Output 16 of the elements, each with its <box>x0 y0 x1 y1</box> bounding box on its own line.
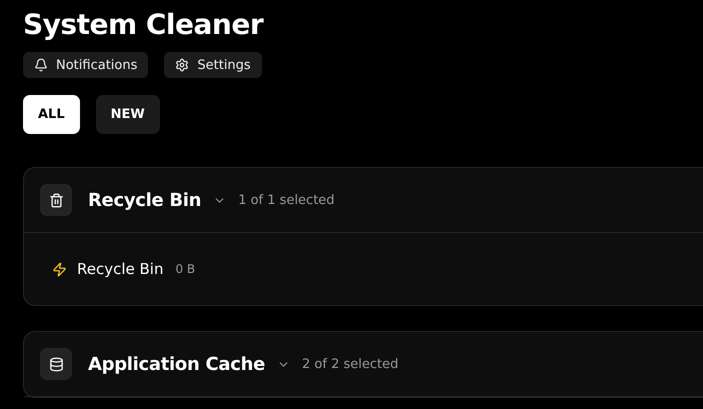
selection-count: 1 of 1 selected <box>238 192 335 208</box>
bell-icon <box>34 58 48 72</box>
category-name: Recycle Bin <box>88 190 202 210</box>
app-title: System Cleaner <box>23 7 265 43</box>
settings-icon <box>175 58 190 72</box>
notifications-button[interactable]: Notifications <box>23 52 148 78</box>
filter-tab[interactable]: NEW <box>96 95 160 134</box>
trash-icon <box>40 184 72 216</box>
selection-count: 2 of 2 selected <box>302 356 398 372</box>
item-name: Recycle Bin <box>77 260 164 278</box>
filter-tab[interactable]: ALL <box>23 95 80 134</box>
lightning-icon <box>52 262 67 276</box>
category-name: Application Cache <box>88 354 266 374</box>
database-icon <box>40 348 72 380</box>
settings-button[interactable]: Settings <box>164 52 262 78</box>
item-size: 0 B <box>175 262 196 276</box>
